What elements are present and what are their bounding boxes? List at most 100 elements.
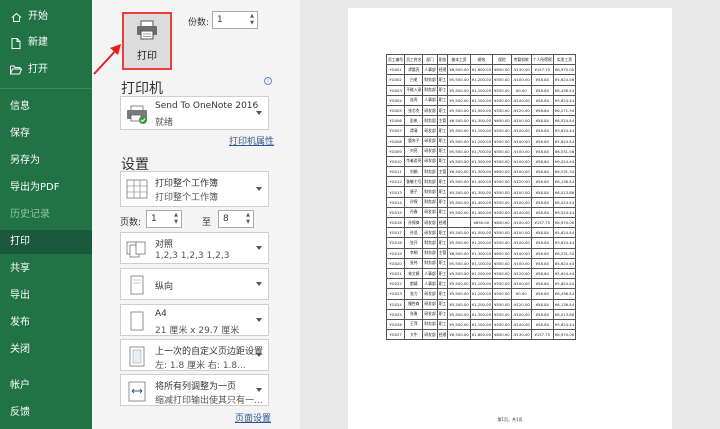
- table-cell: ¥1,300.00: [469, 247, 494, 259]
- table-cell: ¥5,500.00: [447, 125, 471, 137]
- table-cell: ¥5,500.00: [447, 155, 471, 168]
- sidebar-item-save-as[interactable]: 另存为: [0, 149, 92, 173]
- sidebar-item-label: 导出: [10, 290, 30, 301]
- orientation-dropdown[interactable]: 纵向: [120, 268, 269, 300]
- table-cell: ¥157.75: [530, 216, 554, 229]
- sidebar-item-export-pdf[interactable]: 导出为PDF: [0, 176, 92, 200]
- sidebar-item-account[interactable]: 帐户: [0, 374, 92, 398]
- sidebar-item-export[interactable]: 导出: [0, 284, 92, 308]
- table-cell: 财务部: [422, 237, 438, 249]
- sidebar-item-label: 打开: [28, 64, 48, 75]
- table-cell: 职工: [436, 288, 449, 300]
- table-cell: YG017: [385, 227, 406, 239]
- paper-size-dropdown[interactable]: A4 21 厘米 x 29.7 厘米: [120, 304, 269, 336]
- preview-header-cell: 个人所得税: [530, 53, 554, 66]
- table-cell: ¥6,524.44: [552, 206, 577, 219]
- sidebar-item-feedback[interactable]: 反馈: [0, 401, 92, 425]
- table-cell: 主管: [436, 166, 449, 178]
- sidebar-item-label: 信息: [10, 101, 30, 112]
- table-cell: ¥5,500.00: [447, 298, 471, 310]
- sidebar-item-open[interactable]: 打开: [0, 58, 92, 82]
- table-cell: ¥5,500.00: [447, 176, 471, 188]
- page-setup-link[interactable]: 页面设置: [235, 411, 271, 424]
- table-cell: ¥58.84: [530, 267, 554, 280]
- table-cell: YG010: [385, 155, 406, 168]
- table-cell: ¥1,200.00: [469, 74, 494, 86]
- table-cell: ¥1,300.00: [469, 115, 494, 127]
- pages-to-value: 8: [223, 214, 229, 224]
- table-cell: ¥5,624.44: [552, 94, 577, 106]
- pages-from-spinner[interactable]: ▲ ▼: [172, 212, 180, 226]
- table-cell: ¥1,300.00: [469, 186, 494, 198]
- table-cell: 孙保律: [404, 216, 424, 229]
- table-row: YG011 刘娟 财务部 主管 ¥6,500.00 ¥1,300.00 ¥650.00 -¥1…: [385, 166, 577, 178]
- table-cell: 孙春: [404, 206, 424, 219]
- table-cell: 连亮: [404, 94, 424, 106]
- sidebar-item-save[interactable]: 保存: [0, 122, 92, 146]
- table-row: YG007 谭清 研发部 职工 ¥5,500.00 ¥1,100.00 ¥550.00 -¥1…: [385, 125, 577, 137]
- table-cell: 孙保: [404, 196, 424, 208]
- table-cell: 职工: [436, 155, 449, 168]
- sidebar-item-print[interactable]: 打印: [0, 230, 92, 254]
- pages-to-input[interactable]: 8 ▲ ▼: [218, 210, 254, 228]
- sidebar-item-label: 共享: [10, 263, 30, 274]
- table-cell: ¥58.84: [530, 206, 554, 219]
- pages-from-input[interactable]: 1 ▲ ▼: [146, 210, 182, 228]
- table-cell: 谭晨亮: [404, 64, 424, 76]
- pages-label: 页数:: [120, 218, 142, 228]
- table-cell: 研发部: [422, 135, 438, 147]
- preview-header-cell: 保险: [492, 53, 512, 66]
- table-row: YG009 刘亮 研发部 职工 ¥5,500.00 ¥1,700.00 ¥550.00 -¥1…: [385, 145, 577, 157]
- pages-to-spinner[interactable]: ▲ ▼: [244, 212, 252, 226]
- printer-properties-link[interactable]: 打印机属性: [229, 134, 274, 147]
- margins-dropdown[interactable]: 上一次的自定义页边距设置 左: 1.8 厘米 右: 1.8...: [120, 339, 269, 371]
- print-what-dropdown[interactable]: 打印整个工作簿 打印整个工作簿: [120, 171, 269, 207]
- table-cell: ¥550.00: [492, 318, 512, 331]
- printer-dropdown[interactable]: Send To OneNote 2016 就绪: [120, 96, 269, 130]
- table-cell: ¥1,400.00: [469, 206, 494, 219]
- table-cell: 王萍: [404, 318, 424, 331]
- print-button[interactable]: 打印: [122, 12, 172, 70]
- table-cell: ¥1,200.00: [469, 298, 494, 310]
- table-cell: ¥5,500.00: [447, 84, 471, 96]
- table-cell: YG009: [385, 145, 406, 157]
- collate-dropdown[interactable]: 对照 1,2,3 1,2,3 1,2,3: [120, 232, 269, 264]
- sidebar-item-home[interactable]: 开始: [0, 5, 92, 29]
- table-cell: 华者君亮: [404, 155, 424, 168]
- table-cell: YG001: [385, 64, 406, 76]
- sidebar-item-share[interactable]: 共享: [0, 257, 92, 281]
- table-cell: ¥1,200.00: [469, 267, 494, 280]
- table-cell: 研发部: [422, 298, 438, 310]
- table-cell: -¥100.00: [510, 227, 532, 239]
- preview-header-cell: 基本工资: [447, 53, 471, 66]
- copies-spinner[interactable]: ▲ ▼: [248, 13, 256, 27]
- table-cell: YG011: [385, 166, 406, 178]
- table-cell: 研发部: [422, 125, 438, 137]
- info-icon[interactable]: i: [264, 77, 272, 85]
- table-cell: ¥5,500.00: [447, 308, 471, 320]
- printer-heading: 打印机: [121, 81, 163, 97]
- table-row: YG004 连亮 人事部 职工 ¥5,500.00 ¥1,100.00 ¥550.00 -¥1…: [385, 94, 577, 106]
- copies-input[interactable]: 1 ▲ ▼: [212, 11, 258, 29]
- scaling-dropdown[interactable]: 将所有列调整为一页 缩减打印输出使其只有一...: [120, 374, 269, 406]
- table-cell: [447, 216, 471, 229]
- table-cell: ¥6,531.34: [552, 166, 577, 178]
- table-cell: -¥100.00: [510, 308, 532, 320]
- table-cell: YG026: [385, 318, 406, 331]
- table-cell: ¥5,500.00: [447, 206, 471, 219]
- sidebar-item-new[interactable]: 新建: [0, 31, 92, 55]
- sidebar-item-info[interactable]: 信息: [0, 95, 92, 119]
- table-cell: ¥1,400.00: [469, 196, 494, 208]
- preview-header-cell: 员工编号: [385, 53, 406, 66]
- sidebar-item-close[interactable]: 关闭: [0, 338, 92, 362]
- table-cell: ¥1,100.00: [469, 94, 494, 106]
- sidebar-item-publish[interactable]: 发布: [0, 311, 92, 335]
- table-cell: -¥120.00: [510, 298, 532, 310]
- table-cell: 人事部: [422, 278, 438, 290]
- table-cell: 职工: [436, 196, 449, 208]
- table-cell: 职工: [436, 84, 449, 96]
- copies-label: 份数:: [188, 18, 210, 28]
- sidebar-item-history[interactable]: 历史记录: [0, 203, 92, 227]
- print-what-title: 打印整个工作簿: [155, 179, 219, 189]
- table-cell: YG012: [385, 176, 406, 188]
